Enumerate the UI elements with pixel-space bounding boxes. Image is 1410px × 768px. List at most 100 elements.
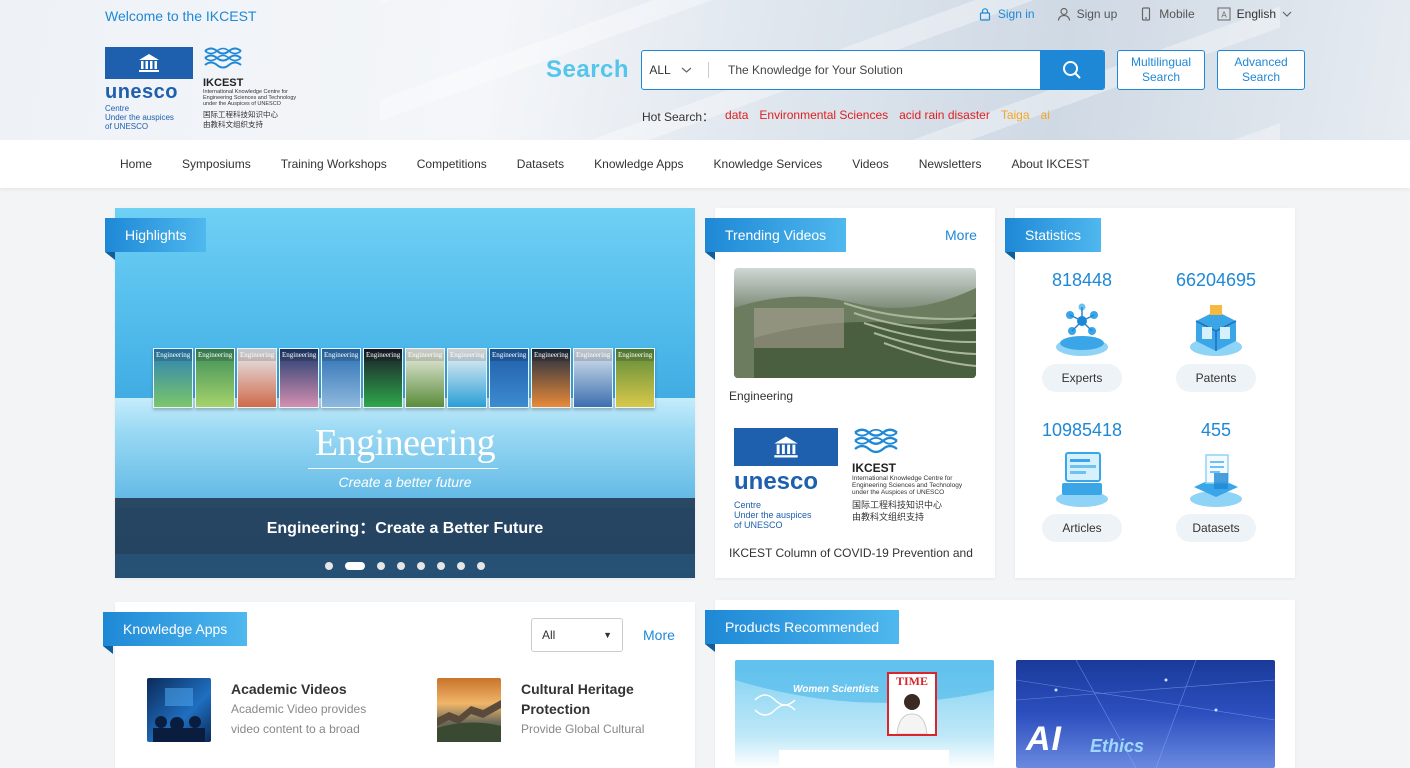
nav-newsletters[interactable]: Newsletters bbox=[904, 157, 997, 171]
unesco-sub-1: Centre bbox=[734, 500, 762, 510]
nav-videos[interactable]: Videos bbox=[837, 157, 903, 171]
search-icon bbox=[1063, 61, 1081, 79]
journal-cover: Engineering bbox=[405, 348, 445, 408]
search-input[interactable] bbox=[716, 51, 1040, 89]
multilingual-search-button[interactable]: Multilingual Search bbox=[1117, 50, 1205, 90]
journal-cover: Engineering bbox=[279, 348, 319, 408]
nav-home[interactable]: Home bbox=[105, 157, 167, 171]
search-scope-dropdown[interactable]: ALL bbox=[642, 51, 716, 89]
ikcest-wordmark: IKCEST bbox=[852, 461, 897, 475]
unesco-wordmark: unesco bbox=[734, 468, 819, 495]
signup-label: Sign up bbox=[1076, 7, 1118, 21]
carousel-dot[interactable] bbox=[437, 562, 445, 570]
carousel-dot[interactable] bbox=[477, 562, 485, 570]
app-title[interactable]: Cultural Heritage Protection bbox=[521, 679, 661, 719]
unesco-logo[interactable]: unesco Centre Under the auspices of UNES… bbox=[105, 47, 193, 131]
highlights-banner[interactable]: Engineering Engineering Engineering Engi… bbox=[115, 208, 695, 578]
journal-cover-label: Engineering bbox=[616, 349, 654, 361]
hot-search-item[interactable]: Taiga bbox=[1001, 108, 1030, 125]
academic-videos-thumbnail[interactable] bbox=[147, 678, 211, 742]
unesco-sub-1: Centre bbox=[105, 104, 130, 113]
nav-competitions[interactable]: Competitions bbox=[402, 157, 502, 171]
nav-knowledge-services[interactable]: Knowledge Services bbox=[699, 157, 838, 171]
stat-datasets[interactable]: 455 Datasets bbox=[1161, 420, 1271, 542]
mobile-link[interactable]: Mobile bbox=[1139, 7, 1195, 21]
carousel-dot[interactable] bbox=[397, 562, 405, 570]
products-card: Products Recommended Women Scientists TI… bbox=[705, 600, 1295, 768]
video-thumbnail[interactable] bbox=[734, 268, 976, 378]
nav-training-workshops[interactable]: Training Workshops bbox=[266, 157, 402, 171]
stat-label: Articles bbox=[1042, 514, 1122, 542]
journal-covers: Engineering Engineering Engineering Engi… bbox=[153, 348, 655, 408]
magazine-badge: TIME bbox=[895, 674, 928, 688]
ikcest-cn-1: 国际工程科技知识中心 bbox=[852, 500, 943, 510]
hot-search-item[interactable]: acid rain disaster bbox=[899, 108, 990, 125]
cultural-heritage-thumbnail[interactable] bbox=[437, 678, 501, 742]
carousel-dot[interactable] bbox=[325, 562, 333, 570]
advanced-search-button[interactable]: Advanced Search bbox=[1217, 50, 1305, 90]
nav-knowledge-apps[interactable]: Knowledge Apps bbox=[579, 157, 698, 171]
app-desc-line: Provide Global Cultural bbox=[521, 722, 645, 736]
carousel-dot-active[interactable] bbox=[345, 562, 365, 570]
stat-label: Experts bbox=[1042, 364, 1122, 392]
hot-search-item[interactable]: ai bbox=[1041, 108, 1050, 125]
language-selector[interactable]: A English bbox=[1217, 7, 1292, 21]
journal-cover-label: Engineering bbox=[238, 349, 276, 361]
unesco-wordmark: unesco bbox=[105, 81, 179, 103]
unesco-sub-3: of UNESCO bbox=[105, 122, 149, 131]
stat-patents[interactable]: 66204695 Patents bbox=[1161, 270, 1271, 392]
search-button[interactable] bbox=[1040, 51, 1104, 89]
hot-search-item[interactable]: data bbox=[725, 108, 748, 125]
nav-datasets[interactable]: Datasets bbox=[502, 157, 579, 171]
signin-label: Sign in bbox=[997, 7, 1035, 21]
video-thumbnail[interactable]: unesco Centre Under the auspices of UNES… bbox=[734, 428, 984, 538]
chevron-down-icon bbox=[681, 67, 692, 73]
journal-cover: Engineering bbox=[489, 348, 529, 408]
products-ribbon: Products Recommended bbox=[705, 610, 900, 652]
carousel-dot[interactable] bbox=[377, 562, 385, 570]
journal-cover-label: Engineering bbox=[406, 349, 444, 361]
signup-link[interactable]: Sign up bbox=[1057, 7, 1118, 21]
mobile-label: Mobile bbox=[1159, 7, 1195, 21]
highlights-ribbon: Highlights bbox=[105, 218, 207, 260]
language-label: English bbox=[1236, 7, 1276, 21]
journal-cover-label: Engineering bbox=[154, 349, 192, 361]
product-title-b: Ethics bbox=[1090, 736, 1145, 756]
stat-articles[interactable]: 10985418 Articles bbox=[1027, 420, 1137, 542]
carousel-dot[interactable] bbox=[417, 562, 425, 570]
hot-search-item[interactable]: Environmental Sciences bbox=[759, 108, 888, 125]
site-header: Welcome to the IKCEST Sign in Sign up Mo… bbox=[0, 0, 1410, 140]
main-nav: Home Symposiums Training Workshops Compe… bbox=[0, 140, 1410, 188]
audience-image bbox=[153, 688, 205, 742]
product-title: Women Scientists bbox=[793, 684, 879, 695]
trending-more-link[interactable]: More bbox=[945, 227, 977, 243]
apps-more-link[interactable]: More bbox=[643, 627, 675, 643]
app-title[interactable]: Academic Videos bbox=[231, 679, 347, 699]
journal-cover: Engineering bbox=[573, 348, 613, 408]
time-magazine-cover: TIME bbox=[887, 672, 937, 736]
carousel-dot[interactable] bbox=[457, 562, 465, 570]
video-caption[interactable]: Engineering bbox=[729, 389, 793, 403]
product-women-scientists[interactable]: Women Scientists TIME bbox=[735, 660, 994, 768]
apps-filter-value: All bbox=[542, 628, 556, 642]
journal-cover-label: Engineering bbox=[532, 349, 570, 361]
temple-icon bbox=[774, 436, 798, 458]
stat-experts[interactable]: 818448 Experts bbox=[1027, 270, 1137, 392]
video-caption[interactable]: IKCEST Column of COVID-19 Prevention and bbox=[729, 546, 991, 560]
ikcest-desc-1: International Knowledge Centre for bbox=[852, 475, 953, 482]
nav-about[interactable]: About IKCEST bbox=[996, 157, 1104, 171]
apps-filter-select[interactable]: All ▼ bbox=[531, 618, 623, 652]
ikcest-logo[interactable]: IKCEST International Knowledge Centre fo… bbox=[203, 47, 313, 133]
mobile-phone-icon bbox=[1142, 7, 1151, 21]
signin-link[interactable]: Sign in bbox=[978, 7, 1035, 21]
knowledge-apps-ribbon: Knowledge Apps bbox=[103, 612, 248, 654]
journal-cover-label: Engineering bbox=[196, 349, 234, 361]
banner-title: Engineering bbox=[314, 422, 496, 464]
nav-symposiums[interactable]: Symposiums bbox=[167, 157, 266, 171]
patents-book-icon bbox=[1190, 305, 1242, 356]
product-ai-ethics[interactable]: AI Ethics bbox=[1016, 660, 1275, 768]
journal-cover: Engineering bbox=[153, 348, 193, 408]
highlight-caption[interactable]: Engineering：Create a Better Future bbox=[115, 498, 695, 554]
unesco-sub-2: Under the auspices bbox=[734, 510, 812, 520]
terraced-landscape-image bbox=[734, 288, 976, 378]
